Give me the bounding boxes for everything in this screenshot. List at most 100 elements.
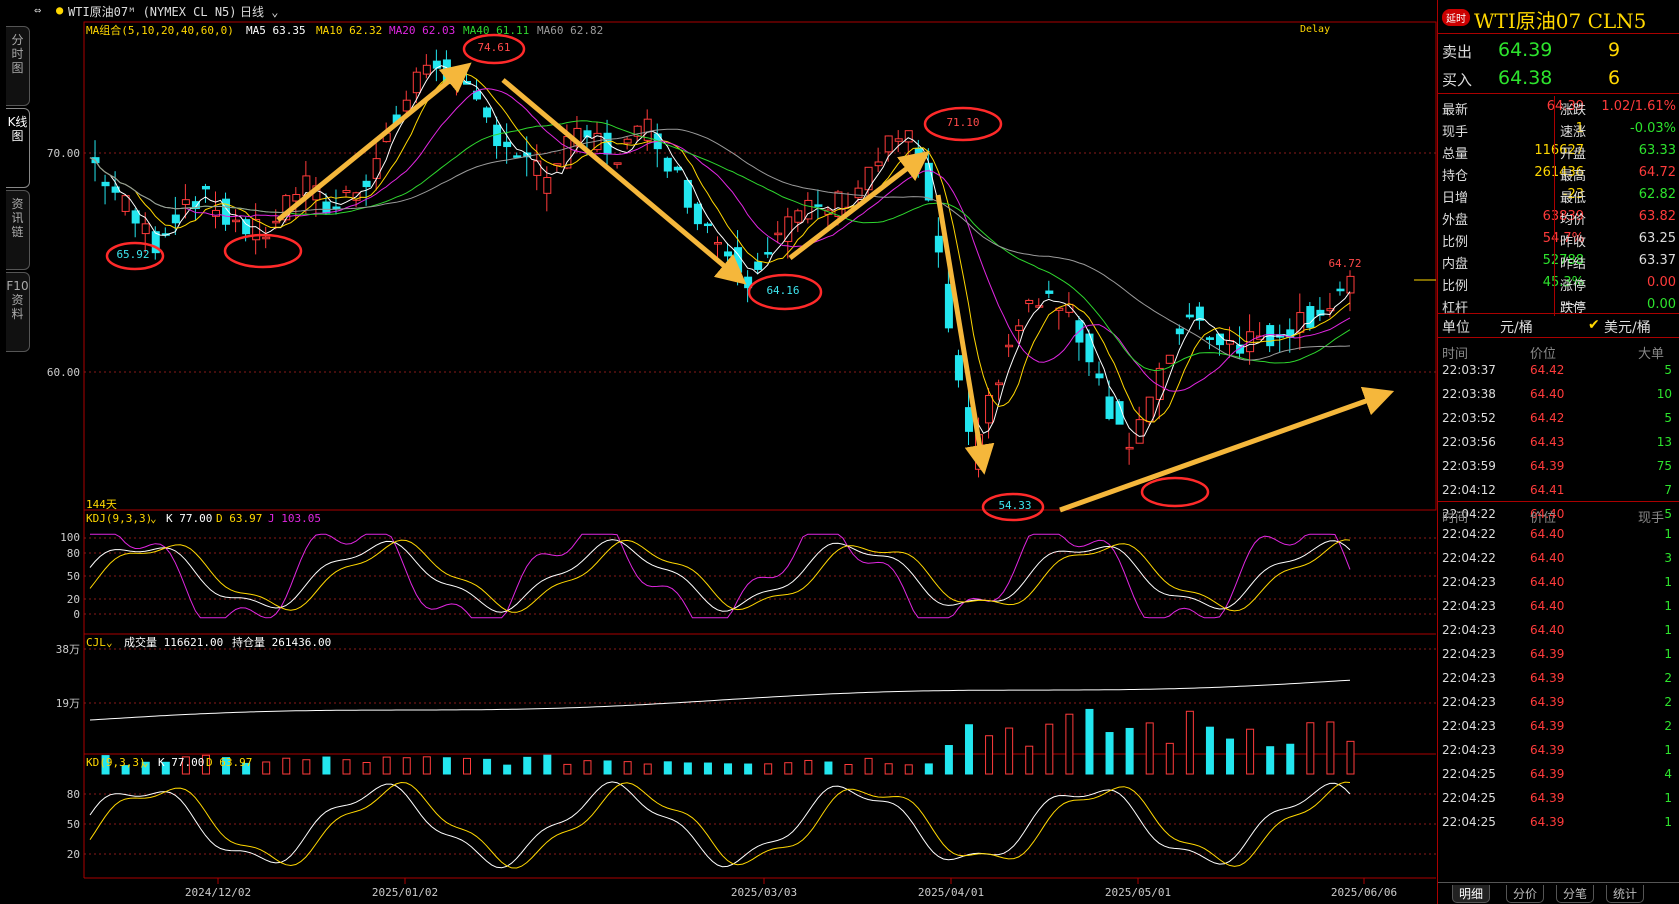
tab-detail[interactable]: 明细 (1452, 885, 1491, 903)
candle-body (603, 132, 612, 155)
table-row[interactable]: 22:04:23 64.39 2 (1438, 716, 1679, 740)
volume-bar (1246, 728, 1255, 775)
table-row[interactable]: 22:04:23 64.39 1 (1438, 644, 1679, 668)
vol-y-19: 19万 (56, 697, 80, 710)
candle-body (1025, 299, 1034, 305)
volume-bar (262, 761, 271, 775)
stat-label: 涨停 (1560, 279, 1587, 294)
stat-value: 0.00 (1647, 297, 1676, 312)
candle-body (1306, 306, 1315, 328)
volume-bar (844, 763, 853, 775)
vol-oi-label: 持仓量 261436.00 (232, 635, 331, 649)
table-row[interactable]: 22:03:56 64.43 13 (1438, 432, 1679, 456)
kdj-dropdown-icon: ⌄ (150, 512, 157, 525)
y-label-70: 70.00 (47, 147, 80, 160)
candle-body (342, 190, 351, 194)
table-row[interactable]: 22:04:23 64.39 2 (1438, 668, 1679, 692)
candle-body (131, 210, 140, 224)
candle-body (201, 185, 210, 190)
table-row[interactable]: 22:03:38 64.40 10 (1438, 384, 1679, 408)
bid-row[interactable]: 买入 64.38 6 (1438, 64, 1679, 92)
kdj-legend[interactable]: KDJ(9,3,3) ⌄ K 77.00 D 63.97 J 103.05 (86, 512, 321, 525)
volume-bar (744, 763, 753, 775)
candle-body (272, 220, 281, 224)
kd-legend[interactable]: KD(9,3,3) ⌄ K 77.00 D 63.97 (86, 756, 252, 769)
stat-row: 比例 45.3% 涨停 0.00 (1438, 272, 1679, 294)
volume-bar (382, 756, 391, 775)
candle-body (814, 204, 823, 207)
table-row[interactable]: 22:04:23 64.40 1 (1438, 596, 1679, 620)
kd-k-line (89, 781, 1351, 869)
kline-chart[interactable]: 70.00 60.00 100 80 50 20 0 38万 19万 80 50… (0, 0, 1437, 904)
table-row[interactable]: 22:04:23 64.39 1 (1438, 740, 1679, 764)
candle-body (402, 99, 411, 112)
table-row[interactable]: 22:04:23 64.40 1 (1438, 620, 1679, 644)
kdj-j-label: J 103.05 (268, 512, 321, 525)
stat-value: 63.82 (1638, 209, 1676, 224)
tab-price-dist[interactable]: 分价 (1506, 885, 1545, 903)
annotations: 74.61 65.92 64.16 71.10 54.33 (105, 33, 1395, 522)
table-row[interactable]: 22:04:25 64.39 4 (1438, 764, 1679, 788)
date-label-4: 2025/04/01 (918, 886, 984, 899)
tab-tick[interactable]: 分笔 (1556, 885, 1595, 903)
candle-body (854, 187, 863, 199)
table-row[interactable]: 22:04:22 64.40 1 (1438, 524, 1679, 548)
candle-body (703, 223, 712, 227)
candle-body (513, 155, 522, 158)
date-label-1: 2024/12/02 (185, 886, 251, 899)
annotation-oval-low-dec (223, 233, 303, 269)
ask-label: 卖出 (1442, 43, 1473, 61)
candle-body (1095, 373, 1104, 379)
candle-body (754, 261, 763, 270)
volume-bar (1085, 708, 1094, 775)
candle-body (1205, 337, 1214, 340)
candle-body (764, 252, 773, 255)
candle-body (533, 160, 542, 176)
candle-body (713, 242, 722, 245)
arrow-down-1 (501, 78, 747, 285)
candle-body (232, 219, 241, 223)
tab-stats[interactable]: 统计 (1606, 885, 1645, 903)
table-row[interactable]: 22:03:37 64.42 5 (1438, 360, 1679, 384)
table-row[interactable]: 22:04:25 64.39 1 (1438, 812, 1679, 836)
candle-body (1105, 396, 1114, 419)
table-row[interactable]: 22:03:59 64.39 75 (1438, 456, 1679, 480)
volume-bar (924, 763, 933, 775)
vol-legend[interactable]: CJL ⌄ 成交量 116621.00 持仓量 261436.00 (86, 635, 331, 649)
stat-label: 速涨 (1560, 125, 1587, 140)
annotation-label-54-33: 54.33 (998, 499, 1031, 512)
kdj-y-20: 20 (67, 593, 80, 606)
volume-bar (804, 759, 813, 775)
volume-bar (724, 763, 733, 775)
table-row[interactable]: 22:04:23 64.39 2 (1438, 692, 1679, 716)
candle-body (483, 107, 492, 118)
stat-value: 0.00 (1647, 275, 1676, 290)
volume-bar (1005, 727, 1014, 775)
candle-body (563, 136, 572, 169)
table-row[interactable]: 22:04:23 64.40 1 (1438, 572, 1679, 596)
vol-volume-label: 成交量 116621.00 (124, 635, 223, 649)
stat-label: 涨跌 (1560, 103, 1587, 118)
volume-bar (1145, 722, 1154, 775)
table-row[interactable]: 22:03:52 64.42 5 (1438, 408, 1679, 432)
volume-bar (1065, 713, 1074, 775)
ask-row[interactable]: 卖出 64.39 9 (1438, 36, 1679, 64)
candle-body (864, 166, 873, 191)
unit-row[interactable]: 单位 元/桶 ✔ 美元/桶 (1438, 314, 1679, 338)
table-row[interactable]: 22:04:12 64.41 7 (1438, 480, 1679, 504)
candle-body (623, 138, 632, 144)
unit-value: 元/桶 (1500, 320, 1533, 336)
candle-body (1175, 328, 1184, 335)
table-row[interactable]: 22:04:22 64.40 3 (1438, 548, 1679, 572)
volume-bar (904, 764, 913, 775)
date-axis: 2024/12/02 2025/01/02 2025/03/03 2025/04… (185, 878, 1397, 899)
volume-bar (1045, 723, 1054, 775)
high-price-label: 64.72 (1328, 257, 1361, 270)
volume-bar (764, 763, 773, 775)
candle-body (663, 157, 672, 172)
candle-body (372, 158, 381, 179)
quote-panel: 延时 WTI原油07 CLN5 卖出 64.39 9 买入 64.38 6 最新… (1437, 0, 1679, 904)
quote-title: WTI原油07 CLN5 (1474, 9, 1647, 33)
table-row[interactable]: 22:04:25 64.39 1 (1438, 788, 1679, 812)
stat-row: 最新 64.39 涨跌 1.02/1.61% (1438, 96, 1679, 118)
